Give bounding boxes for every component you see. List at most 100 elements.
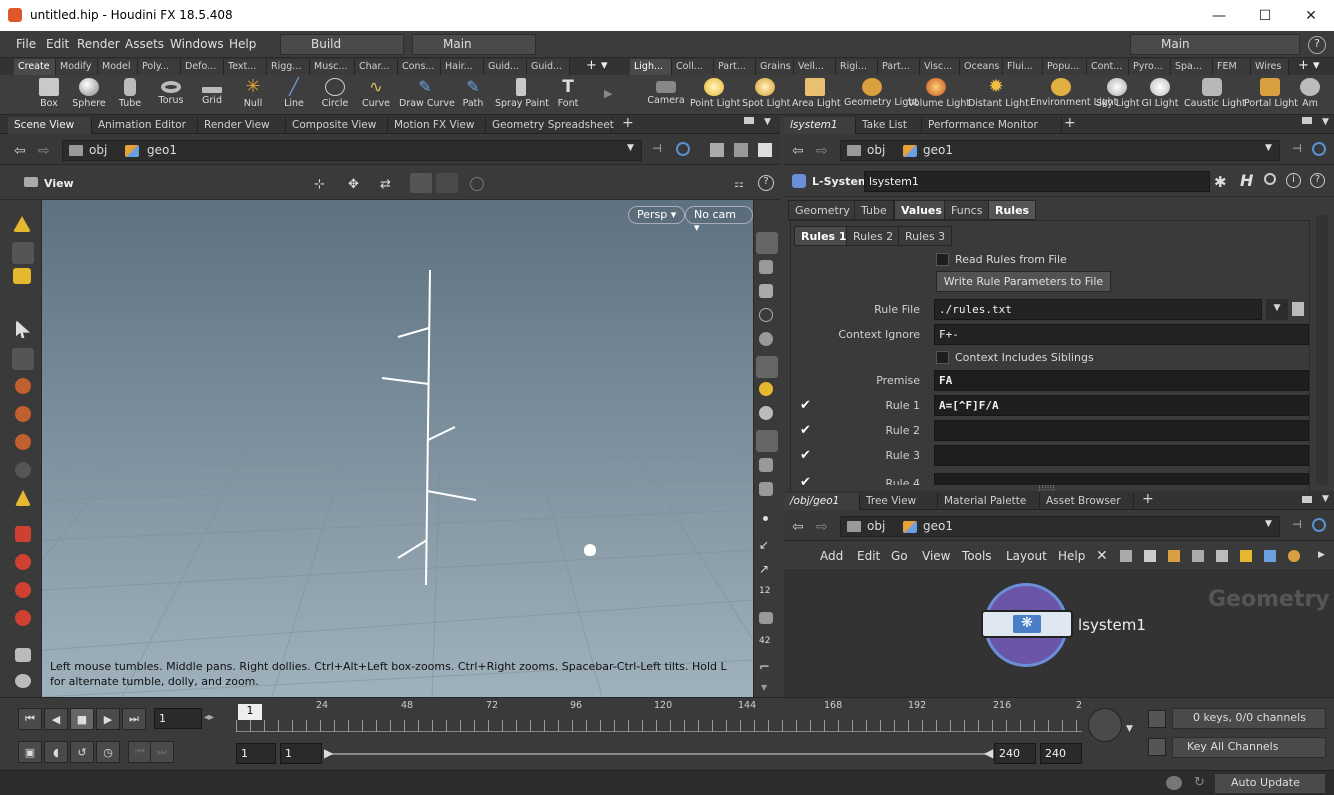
spray-paint-tool-button[interactable]: Spray Paint — [495, 75, 549, 115]
pane-menu-icon[interactable]: ▼ — [1322, 494, 1329, 504]
houdini-help-icon[interactable]: H — [1240, 171, 1253, 190]
numbers-icon[interactable]: 12 — [759, 586, 781, 608]
lights-icon[interactable] — [759, 406, 773, 420]
key-dial-dropdown[interactable]: ▼ — [1126, 724, 1133, 734]
close-button[interactable]: ✕ — [1288, 0, 1334, 31]
jump-start-button[interactable]: ⏮ — [18, 708, 42, 730]
add-shelf-tab-button-right[interactable]: + ▾ — [1298, 58, 1320, 73]
premise-field[interactable]: FA — [934, 370, 1309, 391]
tab-material-palette[interactable]: Material Palette — [938, 493, 1040, 510]
shelf-tab[interactable]: Poly... — [138, 59, 181, 75]
shelf-tab[interactable]: Rigg... — [267, 59, 310, 75]
tab-funcs[interactable]: Funcs — [944, 200, 990, 220]
node-name-label[interactable]: lsystem1 — [1078, 616, 1146, 634]
bg-image-icon[interactable] — [759, 458, 773, 472]
distant-light-tool-button[interactable]: ✹ Distant Light — [968, 75, 1029, 115]
grid-view-icon[interactable] — [1168, 550, 1180, 562]
null-tool-button[interactable]: ✳ Null — [235, 75, 271, 115]
menu-windows[interactable]: Windows — [170, 37, 224, 51]
shelf-tab[interactable]: Coll... — [672, 59, 714, 75]
area-light-tool-button[interactable]: Area Light — [792, 75, 841, 115]
grid-tool-button[interactable]: Grid — [194, 75, 230, 115]
tab-asset-browser[interactable]: Asset Browser — [1040, 493, 1134, 510]
font-tool-button[interactable]: T Font — [552, 75, 584, 115]
tab-composite-view[interactable]: Composite View — [286, 117, 388, 134]
help-icon[interactable]: ? — [1310, 173, 1325, 188]
range-end-field[interactable]: 240 — [1040, 743, 1082, 764]
tab-lsystem1-parms[interactable]: lsystem1 — [784, 117, 856, 134]
sphere-tool-button[interactable]: Sphere — [70, 75, 108, 115]
tool-paint-icon[interactable] — [12, 242, 34, 264]
pane-maximize-icon[interactable] — [1302, 117, 1312, 124]
scroll-right-icon[interactable]: ▶ — [1318, 550, 1325, 560]
tab-geometry[interactable]: Geometry — [788, 200, 857, 220]
path-obj[interactable]: obj — [867, 143, 885, 157]
shelf-tab[interactable]: Flui... — [1003, 59, 1043, 75]
forward-arrow-icon[interactable]: ⇨ — [816, 519, 828, 535]
lighting-button[interactable] — [756, 356, 778, 378]
forward-arrow-icon[interactable]: ⇨ — [816, 143, 828, 159]
shelf-tab[interactable]: Pyro... — [1129, 59, 1171, 75]
points-icon[interactable] — [763, 516, 768, 521]
camera-tool-button[interactable]: Camera — [646, 75, 686, 115]
shelf-tab[interactable]: Grains — [756, 59, 794, 75]
path-dropdown-icon[interactable]: ▼ — [1265, 143, 1272, 153]
menu-help[interactable]: Help — [229, 37, 256, 51]
snap-multi-icon[interactable] — [15, 610, 31, 626]
shelf-tab[interactable]: Spa... — [1171, 59, 1213, 75]
pose-tool-icon[interactable] — [15, 462, 31, 478]
tools-icon[interactable]: ✕ — [1096, 548, 1108, 564]
tab-geometry-spreadsheet[interactable]: Geometry Spreadsheet — [486, 117, 614, 134]
env-icon[interactable] — [759, 482, 773, 496]
xray-icon[interactable] — [759, 308, 773, 322]
shelf-tab[interactable]: Cont... — [1087, 59, 1129, 75]
pane-menu-icon[interactable]: ▼ — [1322, 117, 1329, 127]
write-rules-button[interactable]: Write Rule Parameters to File — [936, 271, 1111, 292]
tab-rules-1[interactable]: Rules 1 — [794, 226, 854, 246]
shelf-tab-create[interactable]: Create — [14, 59, 56, 75]
shelf-tab[interactable]: Guid... — [527, 59, 570, 75]
lock-camera-icon[interactable] — [759, 284, 773, 298]
link-icon[interactable] — [676, 142, 690, 156]
line-tool-button[interactable]: ╱ Line — [276, 75, 312, 115]
tab-rules-2[interactable]: Rules 2 — [846, 226, 901, 246]
shelf-tab[interactable]: Popu... — [1043, 59, 1087, 75]
camera-options-icon[interactable] — [734, 143, 748, 157]
transform-icon[interactable]: ⇄ — [380, 177, 391, 192]
timeline-ruler[interactable]: 1 24 48 72 96 120 144 168 192 216 2 — [236, 700, 1082, 732]
audio-button[interactable]: ◖ — [44, 741, 68, 763]
view-tool-icon-2[interactable] — [15, 490, 31, 506]
toolbar-scroll-icon[interactable]: ▼ — [761, 683, 767, 692]
selection-mode-button[interactable] — [436, 173, 458, 193]
shelf-tab[interactable]: Oceans — [960, 59, 1003, 75]
volume-light-tool-button[interactable]: Volume Light — [908, 75, 970, 115]
loop-button[interactable]: ↺ — [70, 741, 94, 763]
node-body[interactable]: ❋ — [981, 610, 1073, 638]
shelf-tab[interactable]: Char... — [355, 59, 398, 75]
display-options-icon[interactable] — [710, 143, 724, 157]
rule-file-field[interactable]: ./rules.txt — [934, 299, 1262, 320]
headlight-icon[interactable] — [759, 382, 773, 396]
key-all-channels-button[interactable]: Key All Channels — [1172, 737, 1326, 758]
shelf-tab[interactable]: Musc... — [310, 59, 355, 75]
tab-render-view[interactable]: Render View — [198, 117, 286, 134]
channel-icon[interactable] — [1148, 710, 1166, 728]
shelf-set-combo[interactable]: Main — [1130, 34, 1300, 55]
range-end-handle[interactable]: ◀ — [984, 746, 993, 760]
persp-menu-button[interactable]: Persp ▾ — [628, 206, 686, 224]
box-tool-button[interactable]: Box — [30, 75, 68, 115]
prim-numbers-icon[interactable] — [759, 612, 773, 624]
display-mode-button[interactable] — [410, 173, 432, 193]
shelf-tab-lights[interactable]: Ligh... — [630, 59, 672, 75]
add-pane-tab-button[interactable]: + — [622, 115, 634, 131]
tool-handle-icon[interactable] — [13, 216, 31, 232]
range-slider[interactable] — [326, 753, 990, 755]
auto-update-combo[interactable]: Auto Update — [1214, 773, 1326, 794]
step-back-button[interactable]: ◀ — [44, 708, 68, 730]
pane-menu-icon[interactable]: ▼ — [764, 117, 771, 127]
circle-tool-button[interactable]: Circle — [317, 75, 353, 115]
render-region-icon[interactable] — [15, 674, 31, 688]
rule4-field[interactable] — [934, 473, 1309, 485]
tree-icon[interactable] — [1120, 550, 1132, 562]
tab-values[interactable]: Values — [894, 200, 949, 220]
